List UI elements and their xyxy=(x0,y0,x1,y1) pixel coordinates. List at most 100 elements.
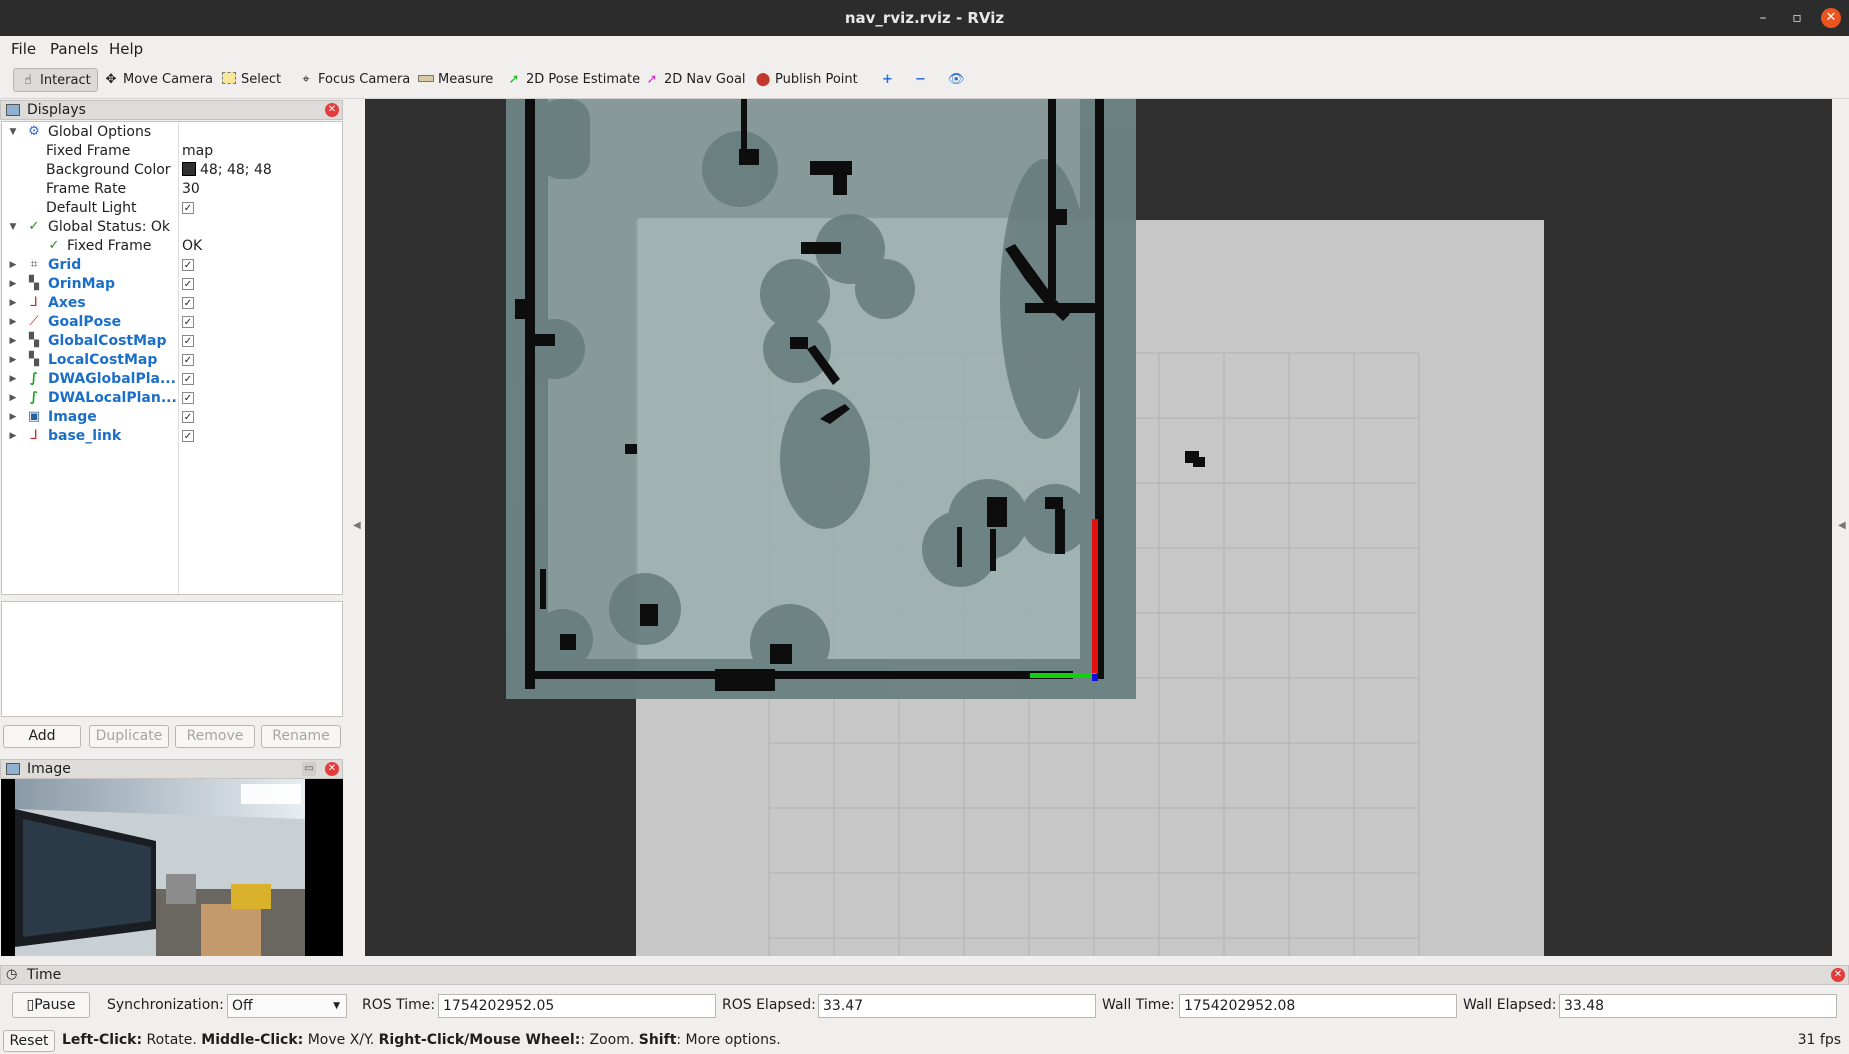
property-label: Background Color xyxy=(46,162,171,178)
default-light-checkbox[interactable]: ✓ xyxy=(182,202,194,214)
tool-select[interactable]: Select xyxy=(215,68,287,92)
display-enabled-checkbox[interactable]: ✓ xyxy=(182,430,194,442)
display-row-dwalocalplanner[interactable]: ▶ ∫ DWALocalPlan... ✓ xyxy=(2,389,342,408)
tool-2d-nav-goal[interactable]: ➚ 2D Nav Goal xyxy=(638,68,752,92)
display-name: DWALocalPlan... xyxy=(48,390,177,406)
display-name: GlobalCostMap xyxy=(48,333,167,349)
time-panel-title: Time xyxy=(27,967,62,983)
display-enabled-checkbox[interactable]: ✓ xyxy=(182,316,194,328)
frame-rate-value[interactable]: 30 xyxy=(182,180,200,199)
property-label: Default Light xyxy=(46,200,137,216)
tree-row-status-fixed-frame[interactable]: ✓ Fixed Frame OK xyxy=(2,237,342,256)
close-window-button[interactable]: ✕ xyxy=(1821,8,1841,28)
ros-time-field[interactable]: 1754202952.05 xyxy=(438,994,716,1018)
expand-arrow-icon[interactable]: ▼ xyxy=(8,218,18,237)
display-name: OrinMap xyxy=(48,276,115,292)
tree-row-global-options[interactable]: ▼ ⚙ Global Options xyxy=(2,123,342,142)
tool-measure[interactable]: Measure xyxy=(412,68,499,92)
display-row-image[interactable]: ▶ ▣ Image ✓ xyxy=(2,408,342,427)
tool-label: 2D Pose Estimate xyxy=(526,72,641,87)
image-icon: ▣ xyxy=(27,409,41,424)
display-row-globalcostmap[interactable]: ▶ ▚ GlobalCostMap ✓ xyxy=(2,332,342,351)
fps-counter: 31 fps xyxy=(1797,1032,1841,1048)
reset-button[interactable]: Reset xyxy=(3,1030,55,1052)
display-row-dwaglobalplanner[interactable]: ▶ ∫ DWAGlobalPla... ✓ xyxy=(2,370,342,389)
image-panel-title: Image xyxy=(27,761,71,777)
display-row-goalpose[interactable]: ▶ ⟋ GoalPose ✓ xyxy=(2,313,342,332)
gear-icon: ⚙ xyxy=(28,124,40,139)
left-dock-collapse-arrow-icon[interactable]: ◀ xyxy=(353,520,361,531)
collapse-arrow-icon[interactable]: ▶ xyxy=(8,256,18,275)
tool-label: Focus Camera xyxy=(318,72,411,87)
duplicate-display-button[interactable]: Duplicate xyxy=(89,725,169,748)
remove-tool-button[interactable]: − xyxy=(909,68,932,92)
collapse-arrow-icon[interactable]: ▶ xyxy=(8,294,18,313)
minimize-button[interactable]: – xyxy=(1753,8,1773,28)
display-enabled-checkbox[interactable]: ✓ xyxy=(182,259,194,271)
hint-action: Move X/Y. xyxy=(303,1032,379,1048)
menu-panels[interactable]: Panels xyxy=(50,40,98,58)
displays-panel-title: Displays xyxy=(27,102,86,118)
hint-key: Left-Click: xyxy=(62,1032,143,1048)
tree-row-default-light[interactable]: Default Light ✓ xyxy=(2,199,342,218)
pause-button[interactable]: ▯Pause xyxy=(12,992,90,1018)
undock-panel-icon[interactable]: ▭ xyxy=(302,762,316,776)
sync-select[interactable]: Off ▼ xyxy=(227,994,347,1018)
display-row-base-link[interactable]: ▶ ⅃ base_link ✓ xyxy=(2,427,342,446)
tool-interact[interactable]: ☝ Interact xyxy=(13,68,98,92)
tree-row-frame-rate[interactable]: Frame Rate 30 xyxy=(2,180,342,199)
tool-publish-point[interactable]: ⬤ Publish Point xyxy=(749,68,864,92)
add-display-button[interactable]: Add xyxy=(3,725,81,748)
status-value: OK xyxy=(182,238,203,254)
fixed-frame-value[interactable]: map xyxy=(182,142,213,161)
collapse-arrow-icon[interactable]: ▶ xyxy=(8,389,18,408)
tool-2d-pose-estimate[interactable]: ➚ 2D Pose Estimate xyxy=(500,68,646,92)
display-enabled-checkbox[interactable]: ✓ xyxy=(182,278,194,290)
display-enabled-checkbox[interactable]: ✓ xyxy=(182,297,194,309)
collapse-arrow-icon[interactable]: ▶ xyxy=(8,275,18,294)
menu-file[interactable]: File xyxy=(11,40,36,58)
display-enabled-checkbox[interactable]: ✓ xyxy=(182,392,194,404)
wall-time-field[interactable]: 1754202952.08 xyxy=(1179,994,1457,1018)
maximize-button[interactable]: ▫ xyxy=(1787,8,1807,28)
display-enabled-checkbox[interactable]: ✓ xyxy=(182,411,194,423)
camera-image xyxy=(1,779,343,956)
tree-row-global-status[interactable]: ▼ ✓ Global Status: Ok xyxy=(2,218,342,237)
collapse-arrow-icon[interactable]: ▶ xyxy=(8,427,18,446)
expand-arrow-icon[interactable]: ▼ xyxy=(8,123,18,142)
collapse-arrow-icon[interactable]: ▶ xyxy=(8,370,18,389)
display-enabled-checkbox[interactable]: ✓ xyxy=(182,373,194,385)
tool-label: Measure xyxy=(438,72,494,87)
collapse-arrow-icon[interactable]: ▶ xyxy=(8,351,18,370)
display-enabled-checkbox[interactable]: ✓ xyxy=(182,335,194,347)
display-row-axes[interactable]: ▶ ⅃ Axes ✓ xyxy=(2,294,342,313)
display-row-orinmap[interactable]: ▶ ▚ OrinMap ✓ xyxy=(2,275,342,294)
tool-move-camera[interactable]: ✥ Move Camera xyxy=(97,68,219,92)
render-3d-viewport[interactable] xyxy=(365,99,1832,956)
display-enabled-checkbox[interactable]: ✓ xyxy=(182,354,194,366)
focus-camera-icon: ⌖ xyxy=(302,72,310,87)
rename-display-button[interactable]: Rename xyxy=(261,725,341,748)
background-color-value[interactable]: 48; 48; 48 xyxy=(182,161,272,180)
ros-elapsed-label: ROS Elapsed: xyxy=(722,997,816,1013)
right-dock-collapse-arrow-icon[interactable]: ◀ xyxy=(1838,520,1846,531)
tool-focus-camera[interactable]: ⌖ Focus Camera xyxy=(292,68,416,92)
display-name: DWAGlobalPla... xyxy=(48,371,176,387)
close-panel-icon[interactable]: ✕ xyxy=(1831,968,1845,982)
ros-elapsed-field[interactable]: 33.47 xyxy=(818,994,1096,1018)
collapse-arrow-icon[interactable]: ▶ xyxy=(8,408,18,427)
display-row-grid[interactable]: ▶ ⌗ Grid ✓ xyxy=(2,256,342,275)
close-panel-icon[interactable]: ✕ xyxy=(325,103,339,117)
view-panel-eye-icon[interactable]: 👁 xyxy=(942,68,971,92)
menu-help[interactable]: Help xyxy=(109,40,143,58)
close-panel-icon[interactable]: ✕ xyxy=(325,762,339,776)
display-row-localcostmap[interactable]: ▶ ▚ LocalCostMap ✓ xyxy=(2,351,342,370)
collapse-arrow-icon[interactable]: ▶ xyxy=(8,313,18,332)
tree-row-background-color[interactable]: Background Color 48; 48; 48 xyxy=(2,161,342,180)
window-title: nav_rviz.rviz - RViz xyxy=(844,9,1005,27)
collapse-arrow-icon[interactable]: ▶ xyxy=(8,332,18,351)
tree-row-fixed-frame[interactable]: Fixed Frame map xyxy=(2,142,342,161)
remove-display-button[interactable]: Remove xyxy=(175,725,255,748)
add-tool-button[interactable]: + xyxy=(876,68,899,92)
wall-elapsed-field[interactable]: 33.48 xyxy=(1559,994,1837,1018)
